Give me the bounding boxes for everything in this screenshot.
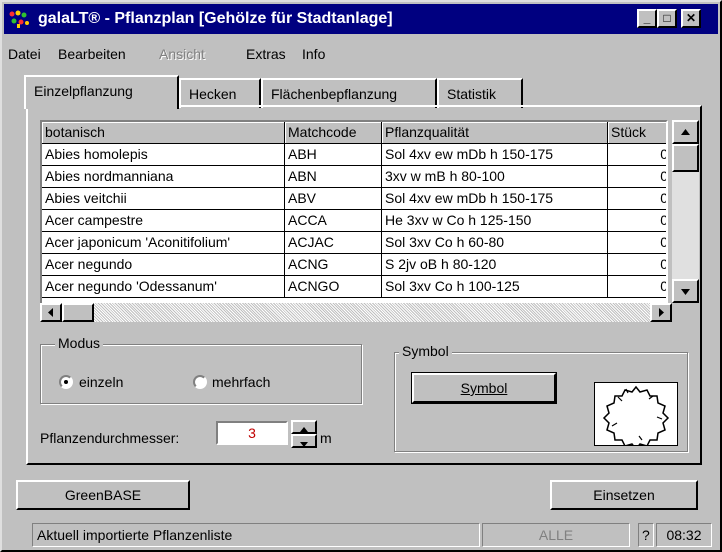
scroll-left-button[interactable]	[40, 303, 62, 322]
cell-pflanzqualitaet[interactable]: He 3xv w Co h 125-150	[382, 210, 608, 232]
status-filter: ALLE	[482, 523, 630, 547]
scroll-down-button[interactable]	[672, 279, 699, 303]
spin-down-icon	[300, 442, 308, 447]
close-icon: ✕	[685, 11, 697, 25]
scroll-thumb[interactable]	[672, 144, 699, 172]
close-button[interactable]: ✕	[681, 9, 701, 28]
maximize-icon: □	[663, 11, 671, 25]
cell-botanisch[interactable]: Acer negundo 'Odessanum'	[42, 276, 285, 298]
menu-extras[interactable]: Extras	[246, 46, 286, 62]
column-header-botanisch[interactable]: botanisch	[42, 122, 285, 144]
cell-matchcode[interactable]: ACJAC	[285, 232, 382, 254]
status-message: Aktuell importierte Pflanzenliste	[32, 523, 480, 547]
cell-matchcode[interactable]: ABH	[285, 144, 382, 166]
menu-datei[interactable]: Datei	[8, 46, 41, 62]
cell-stueck[interactable]: 0	[608, 210, 666, 232]
symbol-group-label: Symbol	[399, 343, 452, 359]
cell-stueck[interactable]: 0	[608, 166, 666, 188]
cell-stueck[interactable]: 0	[608, 254, 666, 276]
menu-bar: Datei Bearbeiten Ansicht Extras Info	[4, 46, 718, 68]
table-vertical-scrollbar[interactable]	[672, 120, 699, 303]
tab-flaechenbepflanzung[interactable]: Flächenbepflanzung	[261, 78, 437, 108]
cell-stueck[interactable]: 0	[608, 188, 666, 210]
arrow-up-icon	[681, 129, 690, 135]
diameter-unit: m	[320, 430, 332, 446]
status-help[interactable]: ?	[638, 523, 654, 547]
column-header-pflanzqualitaet[interactable]: Pflanzqualität	[382, 122, 608, 144]
column-header-stueck[interactable]: Stück	[608, 122, 666, 144]
cell-botanisch[interactable]: Acer campestre	[42, 210, 285, 232]
menu-ansicht: Ansicht	[159, 46, 205, 62]
cell-matchcode[interactable]: ACNGO	[285, 276, 382, 298]
tab-statistik[interactable]: Statistik	[437, 78, 523, 108]
cell-pflanzqualitaet[interactable]: S 2jv oB h 80-120	[382, 254, 608, 276]
galalt-app-icon[interactable]	[8, 10, 30, 28]
arrow-left-icon	[48, 308, 53, 317]
cell-botanisch[interactable]: Abies nordmanniana	[42, 166, 285, 188]
table-horizontal-scrollbar[interactable]	[40, 303, 672, 322]
arrow-right-icon	[659, 308, 664, 317]
minimize-button[interactable]: _	[637, 9, 657, 28]
cell-matchcode[interactable]: ABV	[285, 188, 382, 210]
tab-einzelpflanzung[interactable]: Einzelpflanzung	[24, 75, 179, 109]
cell-botanisch[interactable]: Abies homolepis	[42, 144, 285, 166]
scroll-up-button[interactable]	[672, 120, 699, 144]
spin-down-button[interactable]	[291, 434, 317, 448]
cell-stueck[interactable]: 0	[608, 232, 666, 254]
cell-botanisch[interactable]: Acer negundo	[42, 254, 285, 276]
cell-stueck[interactable]: 0	[608, 276, 666, 298]
cell-botanisch[interactable]: Acer japonicum 'Aconitifolium'	[42, 232, 285, 254]
scroll-right-button[interactable]	[650, 303, 672, 322]
radio-einzeln-label[interactable]: einzeln	[79, 374, 123, 390]
menu-info[interactable]: Info	[302, 46, 325, 62]
cell-pflanzqualitaet[interactable]: Sol 4xv ew mDb h 150-175	[382, 188, 608, 210]
greenbase-button[interactable]: GreenBASE	[16, 480, 190, 510]
hscroll-thumb[interactable]	[62, 303, 94, 322]
cell-botanisch[interactable]: Abies veitchii	[42, 188, 285, 210]
radio-mehrfach[interactable]	[193, 375, 207, 389]
modus-label: Modus	[55, 335, 104, 351]
cell-pflanzqualitaet[interactable]: Sol 3xv Co h 60-80	[382, 232, 608, 254]
cell-matchcode[interactable]: ABN	[285, 166, 382, 188]
plant-table: botanisch Matchcode Pflanzqualität Stück…	[40, 120, 668, 320]
symbol-preview	[594, 382, 678, 451]
radio-mehrfach-label[interactable]: mehrfach	[212, 374, 270, 390]
status-clock: 08:32	[656, 523, 712, 547]
app-window: galaLT® - Pflanzplan [Gehölze für Stadta…	[0, 0, 722, 552]
window-title: galaLT® - Pflanzplan [Gehölze für Stadta…	[38, 10, 393, 27]
radio-einzeln[interactable]	[59, 375, 73, 389]
plant-symbol-icon	[602, 385, 670, 451]
cell-pflanzqualitaet[interactable]: 3xv w mB h 80-100	[382, 166, 608, 188]
cell-pflanzqualitaet[interactable]: Sol 3xv Co h 100-125	[382, 276, 608, 298]
einsetzen-button[interactable]: Einsetzen	[550, 480, 698, 510]
title-bar: galaLT® - Pflanzplan [Gehölze für Stadta…	[4, 4, 718, 34]
diameter-label: Pflanzendurchmesser:	[40, 430, 180, 446]
diameter-input[interactable]: 3	[216, 421, 288, 445]
column-header-matchcode[interactable]: Matchcode	[285, 122, 382, 144]
cell-matchcode[interactable]: ACCA	[285, 210, 382, 232]
menu-bearbeiten[interactable]: Bearbeiten	[58, 46, 126, 62]
minimize-icon: _	[643, 11, 651, 25]
arrow-down-icon	[681, 289, 690, 295]
cell-pflanzqualitaet[interactable]: Sol 4xv ew mDb h 150-175	[382, 144, 608, 166]
radio-selected-dot	[64, 380, 68, 384]
tab-hecken[interactable]: Hecken	[179, 78, 261, 108]
cell-stueck[interactable]: 0	[608, 144, 666, 166]
cell-matchcode[interactable]: ACNG	[285, 254, 382, 276]
maximize-button[interactable]: □	[657, 9, 677, 28]
spin-up-button[interactable]	[291, 420, 317, 434]
symbol-button[interactable]: Symbol	[411, 372, 557, 404]
